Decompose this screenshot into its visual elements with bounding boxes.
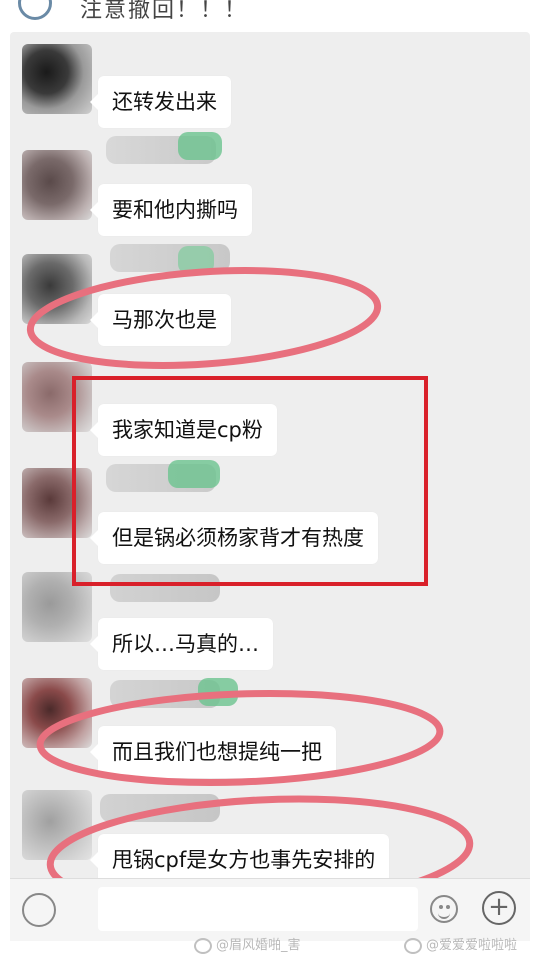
avatar[interactable]: [22, 150, 92, 220]
top-strip: 注意撤回！！！: [0, 0, 540, 30]
weibo-icon: [194, 937, 212, 954]
avatar[interactable]: [22, 572, 92, 642]
message-bubble[interactable]: 所以…马真的…: [90, 618, 273, 670]
message-bubble[interactable]: 我家知道是cp粉: [90, 404, 277, 456]
plus-icon[interactable]: +: [482, 891, 516, 925]
nickname-blur: [178, 246, 214, 274]
weibo-icon: [404, 937, 422, 954]
message-bubble[interactable]: 而且我们也想提纯一把: [90, 726, 336, 778]
message-bubble[interactable]: 要和他内撕吗: [90, 184, 252, 236]
avatar[interactable]: [22, 468, 92, 538]
avatar[interactable]: [22, 44, 92, 114]
watermark-left-text: @眉风婚啪_害: [216, 938, 301, 953]
nickname-blur: [100, 794, 220, 822]
nickname-blur: [168, 460, 220, 488]
app-icon: [18, 0, 52, 20]
emoji-icon[interactable]: [430, 895, 458, 923]
nickname-blur: [110, 574, 220, 602]
chat-panel[interactable]: 还转发出来 要和他内撕吗 马那次也是 我家知道是cp粉 但是锅必须杨家背才有热度…: [10, 32, 530, 932]
watermark-left: @眉风婚啪_害: [194, 934, 301, 954]
watermark-right-text: @爱爱爱啦啦啦: [426, 938, 518, 953]
avatar[interactable]: [22, 254, 92, 324]
message-bubble[interactable]: 还转发出来: [90, 76, 231, 128]
message-bubble[interactable]: 但是锅必须杨家背才有热度: [90, 512, 378, 564]
voice-icon[interactable]: [22, 893, 56, 927]
avatar[interactable]: [22, 790, 92, 860]
nickname-blur: [178, 132, 222, 160]
message-input[interactable]: [98, 887, 418, 931]
nickname-blur: [198, 678, 238, 706]
input-bar: +: [10, 878, 530, 941]
watermark-right: @爱爱爱啦啦啦: [404, 934, 517, 954]
avatar[interactable]: [22, 362, 92, 432]
message-bubble[interactable]: 马那次也是: [90, 294, 231, 346]
avatar[interactable]: [22, 678, 92, 748]
header-text: 注意撤回！！！: [80, 0, 249, 23]
